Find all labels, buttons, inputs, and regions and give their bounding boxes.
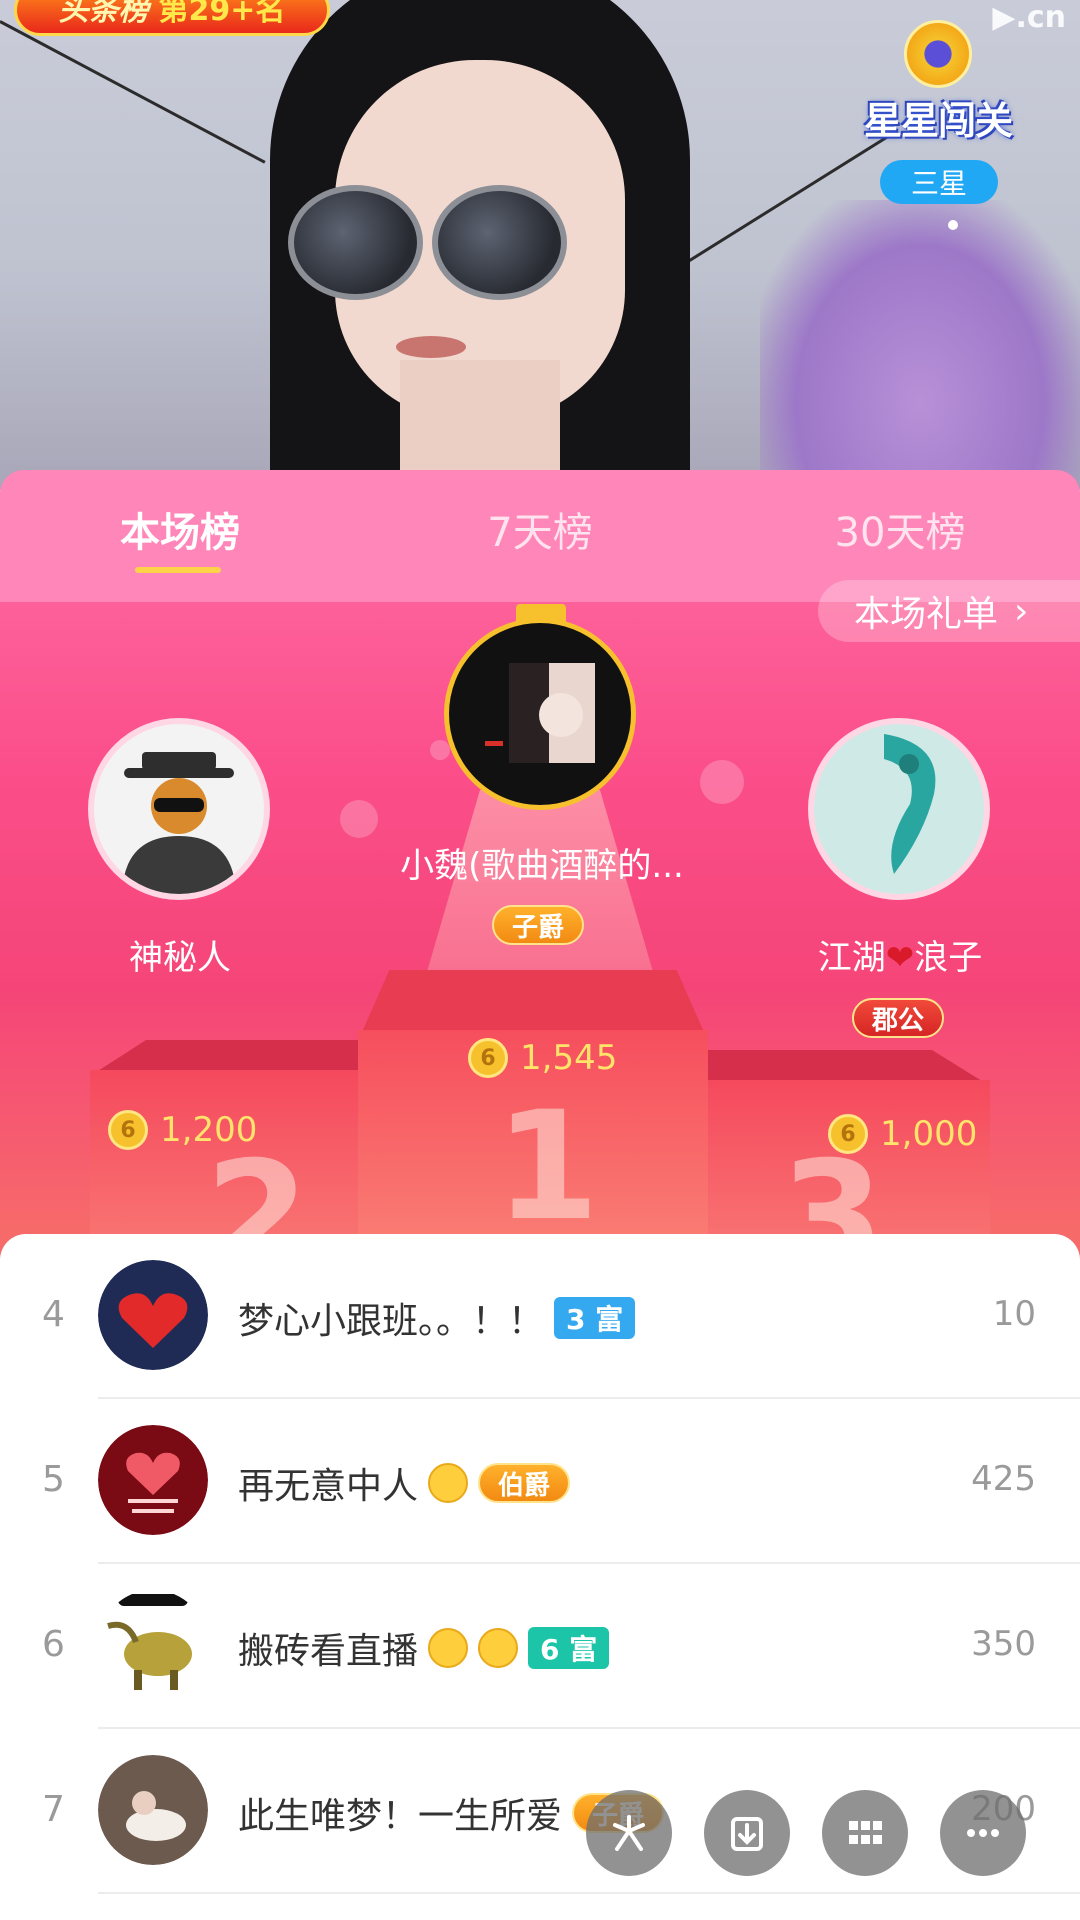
wealth-level-badge: 3 富	[554, 1297, 636, 1339]
more-button[interactable]	[940, 1790, 1026, 1876]
list-item[interactable]: 6 搬砖看直播 6 富 350	[0, 1564, 1080, 1729]
download-button[interactable]	[704, 1790, 790, 1876]
list-item-value: 425	[971, 1459, 1036, 1499]
star-challenge-title: 星星闯关	[863, 99, 1013, 143]
divider	[98, 1892, 1080, 1894]
sunglasses-right	[432, 185, 567, 300]
avatar-rank-1[interactable]	[444, 618, 636, 810]
rank-3-name-suffix: 浪子	[914, 938, 983, 978]
list-item-value: 10	[992, 1294, 1036, 1334]
rank-tag: 头条榜	[58, 0, 149, 28]
list-item-avatar	[98, 1755, 208, 1865]
rank-3-name-prefix: 江湖	[817, 938, 886, 978]
rank-3-score-value: 1,000	[880, 1114, 978, 1154]
ranking-list[interactable]: 4 梦心小跟班。。！！ 3 富 10 5 再无意中人 伯爵 425 6 搬砖看直…	[0, 1234, 1080, 1920]
wealth-level-badge: 6 富	[528, 1627, 610, 1669]
list-item-avatar	[98, 1590, 208, 1700]
list-item[interactable]: 4 梦心小跟班。。！！ 3 富 10	[0, 1234, 1080, 1399]
podium-1-number: 1	[495, 1080, 600, 1254]
list-item-avatar	[98, 1425, 208, 1535]
rank-text: 第29+名	[158, 0, 286, 28]
list-item-rank: 4	[42, 1294, 65, 1335]
share-button[interactable]	[586, 1790, 672, 1876]
list-item-value: 350	[971, 1624, 1036, 1664]
gift-list-label: 本场礼单	[854, 594, 999, 635]
decor-bubble	[430, 740, 450, 760]
rank-3-noble-badge: 郡公	[852, 998, 945, 1038]
coin-icon: 6	[468, 1038, 508, 1078]
live-video[interactable]: 头条榜 第29+名 ▶.cn 星星闯关 三星	[0, 0, 1080, 490]
noble-badge: 伯爵	[478, 1463, 571, 1503]
list-item[interactable]: 7 此生唯梦！一生所爱 子爵 200	[0, 1729, 1080, 1894]
rank-3-score: 6 1,000	[828, 1114, 977, 1154]
mystery-person-icon	[122, 752, 236, 894]
grin-emoji-icon	[428, 1628, 469, 1668]
rank-2-score: 6 1,200	[108, 1110, 257, 1150]
list-item-name-text: 搬砖看直播	[238, 1631, 419, 1672]
rank-1-score: 6 1,545	[468, 1038, 617, 1078]
rank-1-name[interactable]: 小魏(歌曲酒醉的...	[392, 838, 692, 887]
list-item-avatar	[98, 1260, 208, 1370]
tab-underline	[135, 567, 221, 573]
decor-bubble	[340, 800, 378, 838]
decor-bubble	[700, 760, 744, 804]
sunglasses-left	[288, 185, 423, 300]
rank-2-score-value: 1,200	[160, 1110, 258, 1150]
avatar-rank-3[interactable]	[808, 718, 990, 900]
rank-1-noble-badge: 子爵	[492, 905, 585, 945]
rank-3-name[interactable]: 江湖❤浪子	[800, 930, 1000, 979]
star-challenge-badge[interactable]: 星星闯关	[846, 20, 1030, 143]
list-item-rank: 6	[42, 1624, 65, 1665]
star-level-badge: 三星	[880, 160, 998, 204]
heart-icon: ❤	[885, 938, 915, 978]
grid-icon	[849, 1821, 882, 1844]
list-item-rank: 5	[42, 1459, 65, 1500]
page-dot	[948, 220, 958, 230]
list-item-name: 搬砖看直播 6 富	[238, 1622, 610, 1674]
coin-icon: 6	[108, 1110, 148, 1150]
list-item-name-text: 梦心小跟班。。！！	[238, 1301, 545, 1342]
more-icon	[967, 1829, 999, 1837]
grin-emoji-icon	[428, 1463, 469, 1503]
chevron-right-icon: ›	[1014, 590, 1029, 632]
streamer-lips	[396, 336, 466, 358]
list-item-rank: 7	[42, 1789, 65, 1830]
tab-7-days[interactable]: 7天榜	[410, 500, 670, 558]
grin-emoji-icon	[478, 1628, 519, 1668]
tab-current-show[interactable]: 本场榜	[50, 500, 310, 558]
star-emblem-icon	[904, 20, 972, 88]
list-item-name-text: 再无意中人	[238, 1466, 419, 1507]
coin-icon: 6	[828, 1114, 868, 1154]
grid-menu-button[interactable]	[822, 1790, 908, 1876]
rank-2-name[interactable]: 神秘人	[100, 930, 260, 979]
decor-string	[0, 20, 266, 164]
tab-30-days[interactable]: 30天榜	[770, 500, 1030, 558]
avatar-rank-1-image	[485, 663, 595, 763]
gift-list-link[interactable]: 本场礼单 ›	[818, 580, 1080, 642]
podium-1-top	[362, 970, 704, 1032]
list-item-name: 梦心小跟班。。！！ 3 富	[238, 1292, 636, 1344]
list-item[interactable]: 5 再无意中人 伯爵 425	[0, 1399, 1080, 1564]
avatar-rank-3-image	[884, 734, 936, 874]
avatar-rank-2[interactable]	[88, 718, 270, 900]
rank-pill[interactable]: 头条榜 第29+名	[14, 0, 330, 36]
list-item-name-text: 此生唯梦！一生所爱	[238, 1796, 563, 1837]
purple-decor	[760, 200, 1080, 490]
rank-1-score-value: 1,545	[520, 1038, 618, 1078]
list-item-name: 再无意中人 伯爵	[238, 1457, 571, 1509]
share-icon	[613, 1815, 645, 1851]
download-icon	[731, 1817, 763, 1851]
